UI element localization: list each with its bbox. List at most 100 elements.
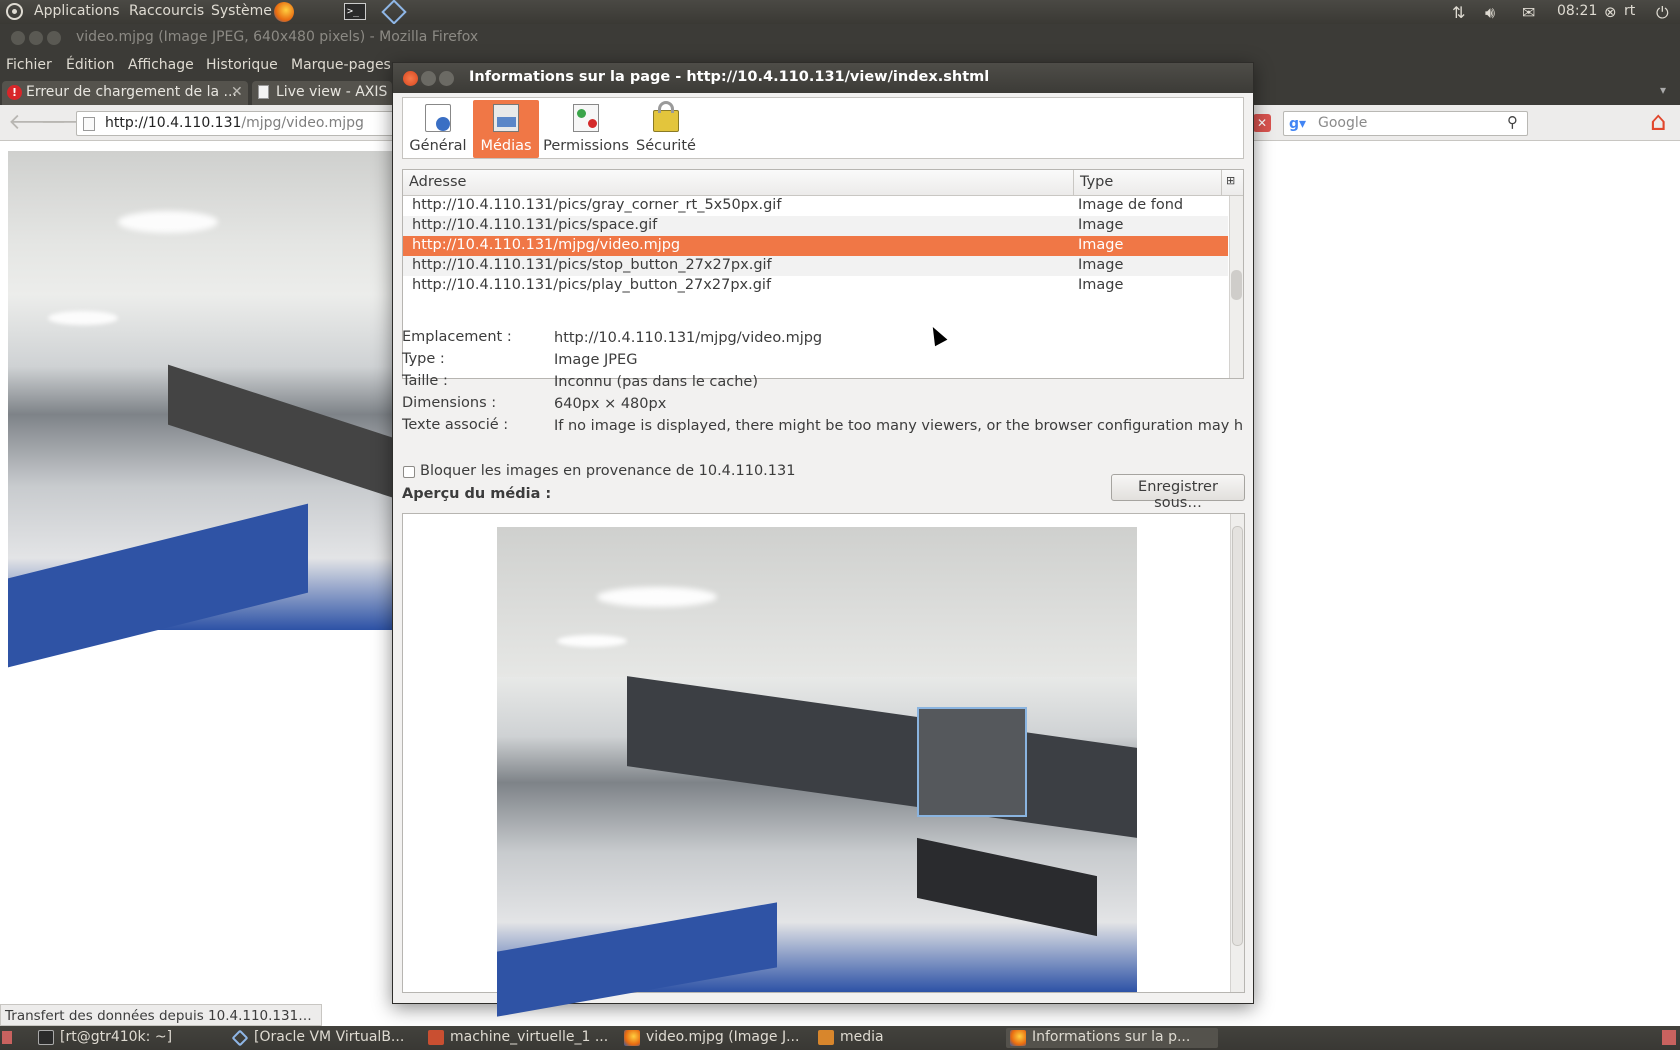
status-bar: Transfert des données depuis 10.4.110.13… <box>0 1004 322 1026</box>
tab-close-icon[interactable]: ✕ <box>231 84 243 100</box>
firefox-titlebar[interactable]: video.mjpg (Image JPEG, 640x480 pixels) … <box>0 24 1680 52</box>
search-bar[interactable]: g▾ Google ⚲ <box>1283 111 1528 136</box>
save-as-button[interactable]: Enregistrer sous… <box>1111 474 1245 511</box>
page-icon <box>258 85 269 99</box>
ubuntu-logo-icon[interactable] <box>6 3 23 20</box>
lock-icon <box>653 101 679 132</box>
taskbar-item-machine[interactable]: machine_virtuelle_1 ... <box>424 1028 614 1048</box>
monitors <box>917 837 1097 937</box>
column-header-type[interactable]: Type <box>1074 170 1222 196</box>
tab-label: Permissions <box>543 138 629 154</box>
scrollbar-thumb[interactable] <box>1232 526 1243 946</box>
dialog-titlebar[interactable]: Informations sur la page - http://10.4.1… <box>393 63 1253 93</box>
tab-media[interactable]: Médias <box>473 100 539 158</box>
menu-edit[interactable]: Édition <box>66 57 114 73</box>
type-value: Image JPEG <box>554 352 638 368</box>
ceiling-region <box>8 151 392 246</box>
column-header-address[interactable]: Adresse <box>403 170 1074 196</box>
system-menu[interactable]: Système <box>211 3 272 19</box>
tab-security[interactable]: Sécurité <box>631 100 701 158</box>
maximize-icon[interactable] <box>47 31 61 45</box>
volume-icon[interactable]: 🔊︎ <box>1485 3 1495 23</box>
home-icon[interactable]: ⌂ <box>1650 107 1667 137</box>
google-icon[interactable]: g▾ <box>1289 116 1306 132</box>
mail-icon[interactable]: ✉ <box>1522 3 1535 22</box>
preview-scrollbar[interactable] <box>1230 514 1244 992</box>
taskbar-label: media <box>840 1029 884 1045</box>
taskbar-label: machine_virtuelle_1 ... <box>450 1029 609 1045</box>
applications-menu[interactable]: Applications <box>34 3 120 19</box>
dialog-tab-toolbar: Général Médias Permissions Sécurité <box>402 97 1244 159</box>
dimensions-label: Dimensions : <box>402 395 497 411</box>
media-preview-label: Aperçu du média : <box>402 486 552 502</box>
network-icon[interactable]: ⇅ <box>1452 3 1465 22</box>
computer-row <box>168 364 392 498</box>
taskbar-item-virtualbox[interactable]: [Oracle VM VirtualB... <box>228 1028 414 1048</box>
trash-icon[interactable] <box>1662 1030 1676 1045</box>
taskbar-item-video[interactable]: video.mjpg (Image J... <box>620 1028 812 1048</box>
show-desktop-icon[interactable] <box>2 1031 12 1044</box>
table-row[interactable]: http://10.4.110.131/pics/gray_corner_rt_… <box>403 196 1228 216</box>
row-address: http://10.4.110.131/pics/space.gif <box>412 217 658 233</box>
firefox-launcher-icon[interactable] <box>274 2 294 22</box>
power-icon[interactable]: ⏻ <box>1656 3 1669 23</box>
taskbar-label: video.mjpg (Image J... <box>646 1029 800 1045</box>
row-type: Image <box>1078 237 1124 253</box>
dialog-close-icon[interactable] <box>403 71 418 86</box>
tab-general[interactable]: Général <box>407 100 469 158</box>
table-scrollbar[interactable] <box>1229 196 1243 378</box>
table-row[interactable]: http://10.4.110.131/pics/stop_button_27x… <box>403 256 1228 276</box>
stop-icon[interactable]: ✕ <box>1253 114 1271 132</box>
tab-label: Sécurité <box>636 138 696 154</box>
media-preview-image[interactable] <box>497 527 1137 1017</box>
row-address: http://10.4.110.131/pics/stop_button_27x… <box>412 257 772 273</box>
table-row[interactable]: http://10.4.110.131/pics/play_button_27x… <box>403 276 1228 296</box>
permissions-icon <box>573 104 599 132</box>
row-address: http://10.4.110.131/pics/gray_corner_rt_… <box>412 197 782 213</box>
folder-icon <box>818 1030 834 1045</box>
search-icon[interactable]: ⚲ <box>1507 113 1518 131</box>
taskbar-item-page-info[interactable]: Informations sur la p... <box>1006 1028 1218 1048</box>
tab-live-view[interactable]: Live view - AXIS 21 <box>252 81 392 105</box>
taskbar-item-media-folder[interactable]: media <box>814 1028 994 1048</box>
column-label: Adresse <box>409 174 467 190</box>
table-row[interactable]: http://10.4.110.131/pics/space.gif Image <box>403 216 1228 236</box>
terminal-launcher-icon[interactable]: >_ <box>344 3 366 20</box>
media-table: Adresse Type ⊞ http://10.4.110.131/pics/… <box>402 169 1244 379</box>
url-bar[interactable]: http://10.4.110.131/mjpg/video.mjpg <box>76 111 406 136</box>
tab-permissions[interactable]: Permissions <box>543 100 629 158</box>
alt-text-value: If no image is displayed, there might be… <box>554 418 1244 434</box>
row-type: Image <box>1078 277 1124 293</box>
minimize-icon[interactable] <box>29 31 43 45</box>
media-preview-box <box>402 513 1245 1017</box>
blue-table <box>497 902 777 1017</box>
dialog-minimize-icon[interactable] <box>421 71 436 86</box>
menu-bookmarks[interactable]: Marque-pages <box>291 57 391 73</box>
virtualbox-launcher-icon[interactable] <box>381 0 407 25</box>
scrollbar-thumb[interactable] <box>1231 270 1242 300</box>
clock[interactable]: 08:21 <box>1557 3 1597 19</box>
block-images-checkbox[interactable] <box>403 466 415 478</box>
blue-table <box>8 503 308 668</box>
tab-label: Médias <box>480 138 532 154</box>
column-picker-icon[interactable]: ⊞ <box>1222 170 1243 196</box>
user-status-icon[interactable]: ⊗ <box>1604 3 1617 21</box>
menu-history[interactable]: Historique <box>206 57 278 73</box>
tab-load-error[interactable]: ! Erreur de chargement de la ... ✕ <box>2 81 248 105</box>
menu-view[interactable]: Affichage <box>128 57 194 73</box>
location-label: Emplacement : <box>402 329 512 345</box>
tab-list-icon[interactable]: ▾ <box>1660 83 1666 97</box>
taskbar-label: [Oracle VM VirtualB... <box>254 1029 405 1045</box>
menu-file[interactable]: Fichier <box>6 57 52 73</box>
user-name[interactable]: rt <box>1624 3 1635 19</box>
block-images-label[interactable]: Bloquer les images en provenance de 10.4… <box>420 463 795 479</box>
general-info-icon <box>425 104 451 132</box>
close-icon[interactable] <box>11 31 25 45</box>
table-row-selected[interactable]: http://10.4.110.131/mjpg/video.mjpg Imag… <box>403 236 1228 256</box>
taskbar-item-terminal[interactable]: [rt@gtr410k: ~] <box>34 1028 224 1048</box>
shortcuts-menu[interactable]: Raccourcis <box>129 3 204 19</box>
tab-label: Général <box>409 138 467 154</box>
camera-image[interactable] <box>8 151 392 668</box>
ceiling-light <box>118 211 218 233</box>
dialog-maximize-icon[interactable] <box>439 71 454 86</box>
